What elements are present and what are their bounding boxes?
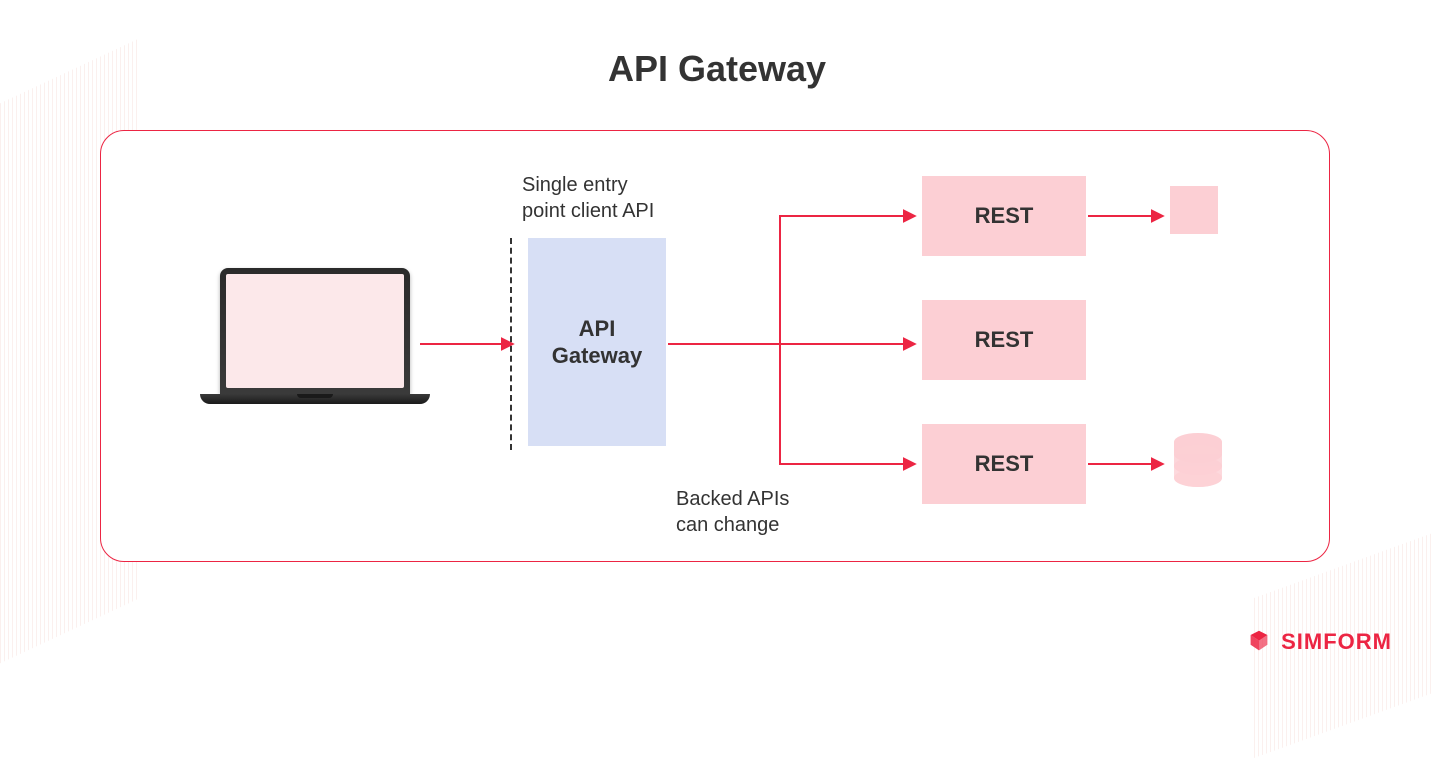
- dashed-divider: [510, 238, 512, 450]
- rest-service-1-label: REST: [975, 203, 1034, 229]
- diagram-title: API Gateway: [0, 48, 1434, 90]
- entry-point-note: Single entry point client API: [522, 172, 654, 224]
- brand-logo: SIMFORM: [1245, 628, 1392, 656]
- endpoint-block-icon: [1170, 186, 1218, 234]
- rest-service-3-label: REST: [975, 451, 1034, 477]
- backed-apis-note: Backed APIs can change: [676, 486, 789, 538]
- rest-service-1: REST: [922, 176, 1086, 256]
- rest-service-2-label: REST: [975, 327, 1034, 353]
- rest-service-3: REST: [922, 424, 1086, 504]
- database-icon: [1170, 432, 1226, 496]
- api-gateway-node: API Gateway: [528, 238, 666, 446]
- simform-logo-icon: [1245, 628, 1273, 656]
- brand-name: SIMFORM: [1281, 629, 1392, 655]
- api-gateway-label: API Gateway: [552, 315, 643, 370]
- laptop-icon: [200, 268, 430, 404]
- rest-service-2: REST: [922, 300, 1086, 380]
